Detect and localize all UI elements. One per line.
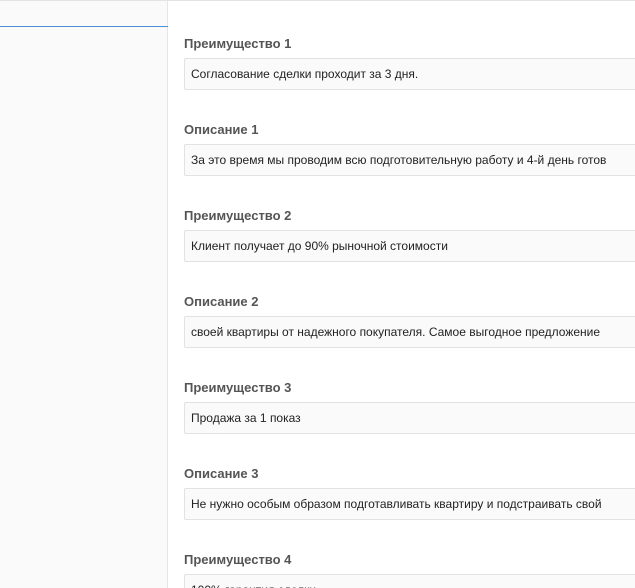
form-area: Преимущество 1 Согласование сделки прохо… xyxy=(184,1,635,588)
field-label-description-3: Описание 3 xyxy=(184,466,259,481)
field-label-advantage-4: Преимущество 4 xyxy=(184,552,292,567)
app-window: Преимущество 1 Согласование сделки прохо… xyxy=(0,0,635,588)
field-label-advantage-1: Преимущество 1 xyxy=(184,36,292,51)
field-label-advantage-2: Преимущество 2 xyxy=(184,208,292,223)
field-label-description-2: Описание 2 xyxy=(184,294,259,309)
field-label-description-1: Описание 1 xyxy=(184,122,259,137)
input-advantage-2[interactable]: Клиент получает до 90% рыночной стоимост… xyxy=(184,230,635,262)
input-description-2[interactable]: своей квартиры от надежного покупателя. … xyxy=(184,316,635,348)
input-description-1[interactable]: За это время мы проводим всю подготовите… xyxy=(184,144,635,176)
sidebar-active-indicator xyxy=(0,26,168,27)
input-description-3[interactable]: Не нужно особым образом подготавливать к… xyxy=(184,488,635,520)
input-advantage-4[interactable]: 100% гарантия сделки xyxy=(184,574,635,588)
sidebar xyxy=(0,1,168,588)
input-advantage-3[interactable]: Продажа за 1 показ xyxy=(184,402,635,434)
input-advantage-1[interactable]: Согласование сделки проходит за 3 дня. xyxy=(184,58,635,90)
field-label-advantage-3: Преимущество 3 xyxy=(184,380,292,395)
